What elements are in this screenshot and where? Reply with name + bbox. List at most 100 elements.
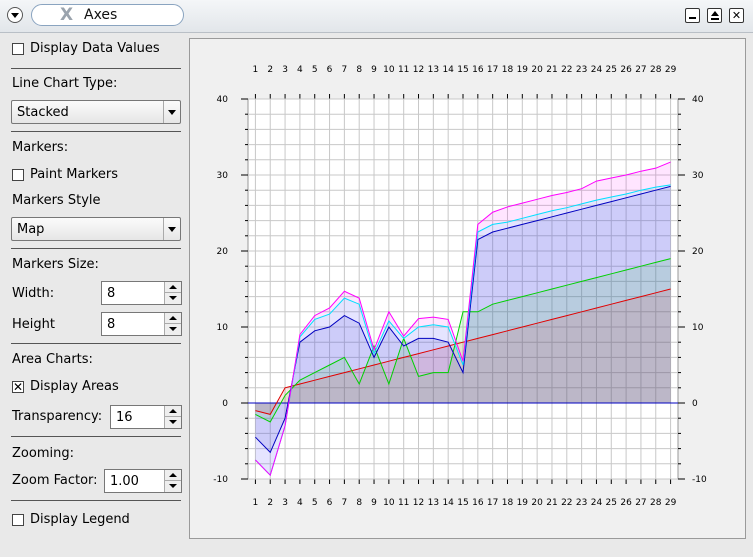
x-tick-label-top: 14 [442,65,454,75]
x-tick-label-top: 5 [312,65,318,75]
increment-arrow-icon[interactable] [165,470,181,481]
x-tick-label-top: 1 [253,65,259,75]
separator [11,131,181,132]
paint-markers-checkbox[interactable] [12,169,24,181]
y-tick-label-right: 0 [692,399,698,409]
x-tick-label-top: 10 [383,65,395,75]
x-tick-label-bottom: 19 [517,498,529,508]
x-tick-label-bottom: 16 [472,498,484,508]
x-tick-label-bottom: 23 [576,498,587,508]
zoom-factor-spinbox[interactable]: 1.00 [104,469,182,493]
x-tick-label-top: 23 [576,65,587,75]
x-tick-label-top: 4 [297,65,303,75]
transparency-spinbox[interactable]: 16 [110,405,182,429]
x-tick-label-top: 17 [487,65,498,75]
display-legend-checkbox[interactable] [12,514,24,526]
transparency-value[interactable]: 16 [116,410,133,425]
chevron-down-icon[interactable] [163,101,180,123]
x-tick-label-bottom: 5 [312,498,318,508]
separator [11,500,181,501]
x-tick-label-top: 25 [606,65,617,75]
x-tick-label-bottom: 15 [457,498,468,508]
x-tick-label-bottom: 12 [413,498,424,508]
line-chart-type-value: Stacked [17,105,69,120]
x-tick-label-top: 28 [650,65,662,75]
y-tick-label-left: 20 [217,247,229,257]
x-tick-label-bottom: 18 [502,498,514,508]
x-tick-label-bottom: 3 [282,498,288,508]
x-tick-label-top: 18 [502,65,514,75]
x-tick-label-bottom: 20 [531,498,543,508]
decrement-arrow-icon[interactable] [165,417,181,428]
chart-frame: 1 1 2 2 3 3 4 4 5 5 6 6 7 7 8 8 9 9 10 10 11 11 12 12 13 13 14 14 15… [189,38,746,539]
x-tick-label-top: 3 [282,65,288,75]
line-chart-type-select[interactable]: Stacked [11,100,181,124]
display-areas-label[interactable]: Display Areas [30,379,119,394]
x-logo-icon: X [60,5,74,25]
window-menu-button[interactable] [7,7,23,23]
y-tick-label-left: -10 [213,475,228,485]
height-label: Height [12,317,55,332]
display-data-values-label[interactable]: Display Data Values [30,41,160,56]
x-tick-label-bottom: 13 [428,498,439,508]
decrement-arrow-icon[interactable] [165,324,181,335]
y-tick-label-left: 10 [217,323,229,333]
x-tick-label-top: 8 [356,65,362,75]
increment-arrow-icon[interactable] [165,406,181,417]
markers-style-select[interactable]: Map [11,217,181,241]
separator [11,248,181,249]
decrement-arrow-icon[interactable] [165,293,181,304]
line-chart: 1122334455667788991010111112121313141415… [213,65,707,508]
display-legend-label[interactable]: Display Legend [30,512,130,527]
y-tick-label-right: -10 [692,475,707,485]
display-areas-checkbox[interactable]: ✕ [12,381,24,393]
minimize-button[interactable] [685,8,700,23]
width-value[interactable]: 8 [107,286,115,301]
height-value[interactable]: 8 [107,317,115,332]
x-tick-label-bottom: 25 [606,498,617,508]
separator [11,436,181,437]
x-tick-label-top: 12 [413,65,424,75]
x-tick-label-bottom: 8 [356,498,362,508]
zoom-factor-value[interactable]: 1.00 [110,474,139,489]
x-tick-label-top: 13 [428,65,439,75]
x-tick-label-bottom: 6 [327,498,333,508]
markers-style-value: Map [17,222,45,237]
x-tick-label-top: 2 [267,65,273,75]
close-button[interactable]: ✕ [729,8,744,23]
x-tick-label-top: 15 [457,65,468,75]
height-spinbox[interactable]: 8 [101,312,182,336]
y-tick-label-left: 30 [217,171,229,181]
paint-markers-label[interactable]: Paint Markers [30,167,118,182]
y-tick-label-left: 0 [222,399,228,409]
width-spinbox[interactable]: 8 [101,281,182,305]
transparency-label: Transparency: [12,409,103,424]
width-label: Width: [12,286,55,301]
window-title-pill[interactable]: X Axes [31,4,184,26]
maximize-button[interactable] [707,8,722,23]
title-bar: X Axes ✕ [0,0,753,33]
separator [11,68,181,69]
x-tick-label-top: 11 [398,65,409,75]
line-chart-type-label: Line Chart Type: [12,76,118,91]
display-data-values-checkbox[interactable] [12,43,24,55]
zoom-factor-label: Zoom Factor: [12,473,98,488]
x-tick-label-bottom: 10 [383,498,395,508]
x-tick-label-top: 9 [371,65,377,75]
x-tick-label-bottom: 29 [665,498,677,508]
x-tick-label-bottom: 17 [487,498,498,508]
chevron-down-icon[interactable] [163,218,180,240]
x-tick-label-top: 19 [517,65,529,75]
x-tick-label-bottom: 1 [253,498,259,508]
x-tick-label-top: 16 [472,65,484,75]
decrement-arrow-icon[interactable] [165,481,181,492]
increment-arrow-icon[interactable] [165,282,181,293]
increment-arrow-icon[interactable] [165,313,181,324]
x-tick-label-bottom: 7 [342,498,348,508]
y-tick-label-right: 30 [692,171,704,181]
y-tick-label-right: 20 [692,247,704,257]
window-title: Axes [84,7,118,23]
separator [11,343,181,344]
x-tick-label-top: 22 [561,65,572,75]
x-tick-label-bottom: 24 [591,498,603,508]
